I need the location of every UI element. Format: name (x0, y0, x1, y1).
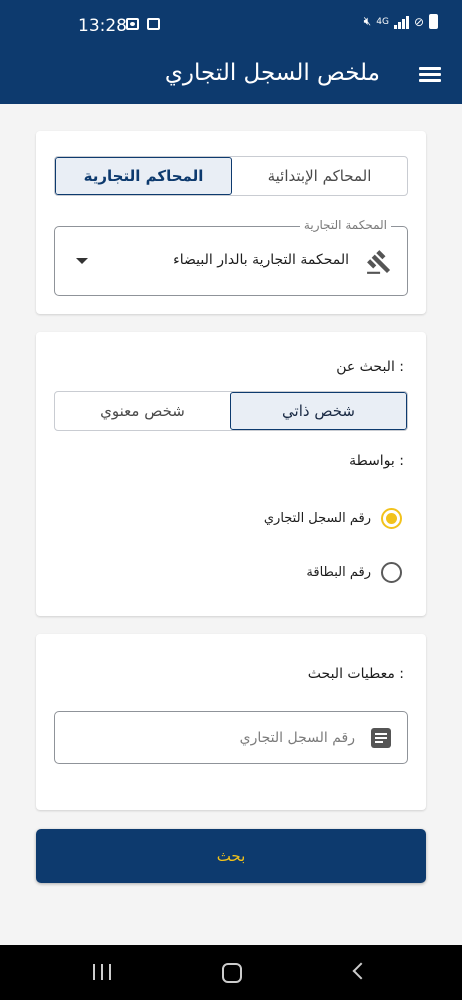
search-data-label: معطيات البحث : (307, 666, 404, 682)
image-icon (126, 18, 139, 30)
court-select[interactable]: المحكمة التجارية المحكمة التجارية بالدار… (54, 218, 408, 296)
search-by-label: بواسطة : (349, 453, 404, 469)
radio-id-card[interactable]: رقم البطاقة (306, 560, 402, 584)
home-icon[interactable] (222, 963, 242, 983)
radio-label: رقم السجل التجاري (263, 510, 371, 526)
radio-checked-icon[interactable] (381, 507, 402, 529)
back-icon[interactable] (352, 962, 370, 980)
radio-commercial-register[interactable]: رقم السجل التجاري (264, 506, 402, 530)
network-type: 4G (376, 16, 389, 27)
hamburger-menu-icon[interactable] (418, 62, 442, 86)
court-select-label: المحكمة التجارية (299, 218, 391, 232)
status-time: 13:28 (78, 16, 127, 36)
tab-primary-courts[interactable]: المحاكم الإبتدائية (232, 157, 407, 195)
no-disturb-icon: ⊘ (413, 14, 424, 29)
register-number-field[interactable] (54, 711, 408, 764)
register-number-input[interactable] (65, 724, 355, 752)
person-type-toggle: شخص معنوي شخص ذاتي (54, 391, 408, 431)
court-card: المحاكم التجارية المحاكم الإبتدائية المح… (36, 131, 426, 314)
mute-icon: 🔇︎ (363, 14, 372, 28)
signal-icon (393, 15, 409, 29)
note-icon (371, 728, 391, 748)
tab-legal-person[interactable]: شخص معنوي (55, 392, 230, 430)
court-select-value: المحكمة التجارية بالدار البيضاء (173, 252, 349, 268)
court-type-toggle: المحاكم التجارية المحاكم الإبتدائية (54, 156, 408, 196)
radio-unchecked-icon[interactable] (381, 561, 402, 583)
tab-natural-person[interactable]: شخص ذاتي (230, 392, 407, 430)
battery-icon (429, 14, 438, 29)
gavel-icon (367, 250, 391, 274)
chevron-down-icon (76, 258, 88, 264)
app-bar: ملخص السجل التجاري (0, 48, 462, 104)
tab-commercial-courts[interactable]: المحاكم التجارية (55, 157, 232, 195)
app-notification-icon (147, 18, 160, 30)
recent-apps-icon[interactable] (93, 964, 111, 980)
status-bar: 13:28 🔇︎ 4G ⊘ (0, 0, 462, 48)
search-data-card: معطيات البحث : (36, 634, 426, 810)
page-title: ملخص السجل التجاري (164, 60, 380, 86)
search-type-card: البحث عن : شخص معنوي شخص ذاتي بواسطة : ر… (36, 332, 426, 616)
search-button[interactable]: بحث (36, 829, 426, 883)
search-for-label: البحث عن : (336, 359, 404, 375)
radio-label: رقم البطاقة (306, 564, 371, 580)
system-nav-bar (0, 945, 462, 1000)
